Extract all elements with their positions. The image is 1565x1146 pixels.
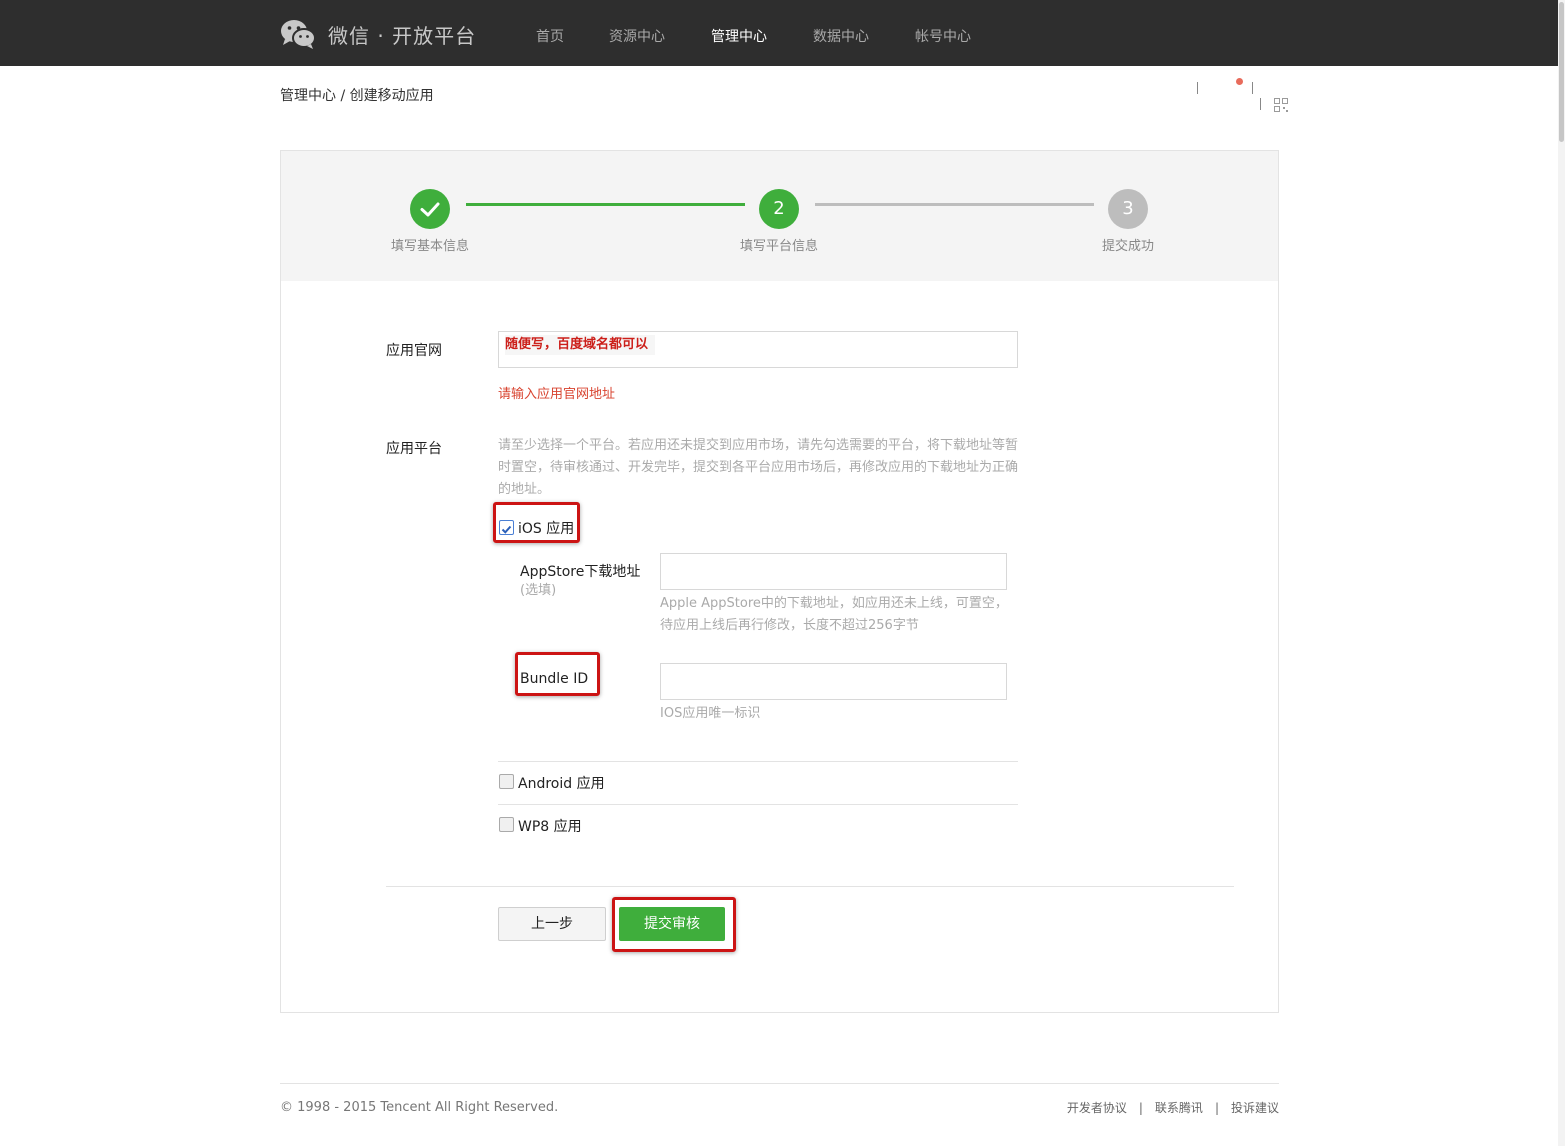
website-label: 应用官网 — [386, 343, 442, 359]
platform-hint: 请至少选择一个平台。若应用还未提交到应用市场，请先勾选需要的平台，将下载地址等暂… — [498, 438, 1019, 497]
platform-label: 应用平台 — [386, 441, 442, 457]
android-label[interactable]: Android 应用 — [518, 773, 605, 793]
feedback-link[interactable]: 投诉建议 — [1231, 1099, 1279, 1116]
breadcrumb: 管理中心 / 创建移动应用 — [280, 88, 434, 104]
previous-step-button[interactable]: 上一步 — [498, 907, 606, 941]
copyright: © 1998 - 2015 Tencent All Right Reserved… — [280, 1100, 559, 1115]
developer-agreement-link[interactable]: 开发者协议 — [1067, 1099, 1127, 1116]
android-checkbox[interactable] — [499, 774, 514, 789]
create-app-card: 2 3 填写基本信息 填写平台信息 提交成功 应用官网 随便写，百度域名都可以 … — [280, 150, 1279, 1013]
wechat-logo[interactable]: 微信 · 开放平台 — [280, 17, 476, 51]
step-1-done-circle — [410, 189, 450, 229]
wp8-checkbox[interactable] — [499, 817, 514, 832]
top-navigation-bar: 微信 · 开放平台 首页 资源中心 管理中心 数据中心 帐号中心 — [0, 0, 1558, 66]
ios-label[interactable]: iOS 应用 — [518, 518, 574, 538]
website-error: 请输入应用官网地址 — [498, 387, 616, 402]
bundle-id-label: Bundle ID — [520, 671, 589, 687]
checkmark-icon — [420, 202, 440, 217]
platform-title: 微信 · 开放平台 — [328, 23, 477, 48]
footer-divider — [280, 1083, 1279, 1084]
website-input[interactable]: 随便写，百度域名都可以 — [498, 331, 1018, 368]
page-scrollbar[interactable] — [1558, 0, 1565, 1146]
appstore-hint: Apple AppStore中的下载地址，如应用还未上线，可置空，待应用上线后再… — [660, 596, 1008, 633]
header-tools — [1190, 74, 1300, 114]
wp8-label[interactable]: WP8 应用 — [518, 816, 582, 836]
step-1-label: 填写基本信息 — [390, 239, 470, 254]
annotation-text: 随便写，百度域名都可以 — [505, 335, 655, 355]
step-2-current-circle: 2 — [759, 189, 799, 229]
divider — [1197, 82, 1198, 94]
step-connector-done — [466, 203, 745, 206]
divider — [498, 761, 1018, 762]
separator: | — [1138, 1100, 1143, 1115]
nav-management-center[interactable]: 管理中心 — [711, 26, 767, 46]
appstore-url-input[interactable] — [660, 553, 1007, 590]
scrollbar-thumb[interactable] — [1559, 2, 1564, 142]
step-3-label: 提交成功 — [1101, 239, 1155, 254]
check-icon — [501, 525, 512, 534]
nav-account-center[interactable]: 帐号中心 — [915, 26, 971, 46]
nav-data-center[interactable]: 数据中心 — [813, 26, 869, 46]
ios-checkbox[interactable] — [499, 520, 514, 535]
divider — [1260, 98, 1261, 110]
contact-tencent-link[interactable]: 联系腾讯 — [1155, 1099, 1203, 1116]
divider — [386, 886, 1234, 887]
footer-links: 开发者协议 | 联系腾讯 | 投诉建议 — [1067, 1099, 1279, 1116]
notification-dot[interactable] — [1236, 78, 1243, 85]
separator: | — [1214, 1100, 1219, 1115]
step-connector-pending — [815, 203, 1094, 206]
progress-steps: 2 3 填写基本信息 填写平台信息 提交成功 — [281, 151, 1278, 281]
bundle-id-hint: IOS应用唯一标识 — [660, 706, 761, 721]
bundle-id-input[interactable] — [660, 663, 1007, 700]
divider — [498, 804, 1018, 805]
wechat-icon — [280, 18, 316, 50]
appstore-label: AppStore下载地址 — [520, 564, 641, 580]
step-2-label: 填写平台信息 — [739, 239, 819, 254]
nav-home[interactable]: 首页 — [536, 26, 564, 46]
divider — [1252, 82, 1253, 94]
appstore-optional: (选填) — [520, 583, 557, 598]
step-3-pending-circle: 3 — [1108, 189, 1148, 229]
submit-review-button[interactable]: 提交审核 — [619, 907, 725, 941]
nav-resource-center[interactable]: 资源中心 — [609, 26, 665, 46]
qrcode-icon[interactable] — [1274, 97, 1288, 112]
